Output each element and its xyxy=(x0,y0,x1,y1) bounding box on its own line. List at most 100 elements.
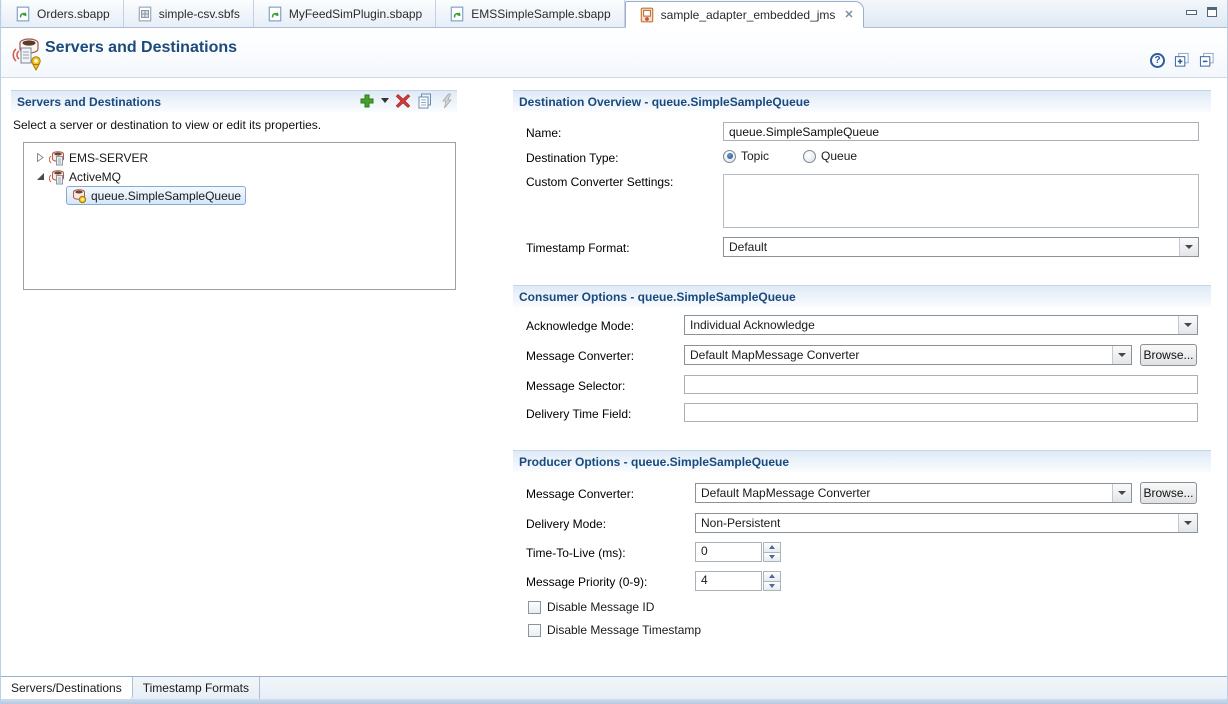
destination-overview-header: Destination Overview - queue.SimpleSampl… xyxy=(513,90,1211,112)
expand-all-icon[interactable] xyxy=(1174,52,1190,68)
minimize-icon[interactable] xyxy=(1186,10,1197,15)
editor-tab-emssimplesample[interactable]: EMSSimpleSample.sbapp xyxy=(436,0,624,27)
delivery-time-field-input[interactable] xyxy=(684,403,1198,422)
acknowledge-mode-label: Acknowledge Mode: xyxy=(526,319,634,333)
queue-radio[interactable] xyxy=(803,150,816,163)
dropdown-arrow-icon[interactable] xyxy=(1112,484,1131,502)
destination-type-radios: Topic Queue xyxy=(723,149,857,163)
consumer-message-converter-label: Message Converter: xyxy=(526,349,634,363)
timestamp-format-label: Timestamp Format: xyxy=(526,241,630,255)
dropdown-arrow-icon[interactable] xyxy=(1179,238,1198,256)
bottom-tab-bar: Servers/Destinations Timestamp Formats xyxy=(1,676,1227,699)
acknowledge-mode-dropdown[interactable]: Individual Acknowledge xyxy=(684,315,1198,335)
editor-tab-orders[interactable]: Orders.sbapp xyxy=(2,0,124,27)
editor-tab-label: EMSSimpleSample.sbapp xyxy=(471,7,610,21)
tab-servers-destinations[interactable]: Servers/Destinations xyxy=(1,677,133,699)
topic-radio-label: Topic xyxy=(741,149,769,163)
queue-radio-label: Queue xyxy=(821,149,857,163)
sbapp-file-icon xyxy=(15,6,31,22)
producer-options-header: Producer Options - queue.SimpleSampleQue… xyxy=(513,450,1211,472)
dropdown-arrow-icon[interactable] xyxy=(1112,346,1131,364)
editor-tab-label: simple-csv.sbfs xyxy=(159,7,240,21)
editor-tab-myfeedsimplugin[interactable]: MyFeedSimPlugin.sbapp xyxy=(254,0,436,27)
page-header: Servers and Destinations ? xyxy=(1,28,1227,78)
topic-radio[interactable] xyxy=(723,150,736,163)
spin-down-icon[interactable] xyxy=(763,552,781,563)
delete-icon[interactable] xyxy=(395,93,411,109)
timestamp-format-dropdown[interactable]: Default xyxy=(723,237,1199,257)
test-connection-lightning-icon[interactable] xyxy=(439,93,455,109)
jms-servers-icon xyxy=(10,35,44,71)
producer-browse-button[interactable]: Browse... xyxy=(1140,482,1197,504)
servers-destinations-panel: Servers and Destinations Select a server… xyxy=(11,90,457,650)
header-actions: ? xyxy=(1150,52,1215,68)
destination-overview-section: Destination Overview - queue.SimpleSampl… xyxy=(513,90,1211,285)
tree-item-queue-simplesamplequeue[interactable]: queue.SimpleSampleQueue xyxy=(24,186,455,205)
time-to-live-label: Time-To-Live (ms): xyxy=(526,546,626,560)
page-title: Servers and Destinations xyxy=(45,39,237,57)
message-selector-input[interactable] xyxy=(684,375,1198,394)
timestamp-format-value: Default xyxy=(724,238,1179,256)
expander-expanded-icon[interactable] xyxy=(36,172,45,181)
close-tab-icon[interactable]: ✕ xyxy=(843,8,854,21)
view-window-buttons xyxy=(1186,7,1227,25)
tree-item-activemq[interactable]: ActiveMQ xyxy=(24,167,455,186)
consumer-options-title: Consumer Options - queue.SimpleSampleQue… xyxy=(519,290,796,304)
disable-message-id-checkbox[interactable] xyxy=(528,601,541,614)
collapse-all-icon[interactable] xyxy=(1199,52,1215,68)
editor-tab-simple-csv[interactable]: simple-csv.sbfs xyxy=(124,0,254,27)
time-to-live-value[interactable]: 0 xyxy=(695,542,762,562)
servers-panel-title: Servers and Destinations xyxy=(17,95,161,109)
maximize-icon[interactable] xyxy=(1207,7,1217,17)
disable-message-id-label: Disable Message ID xyxy=(547,600,654,614)
consumer-options-section: Consumer Options - queue.SimpleSampleQue… xyxy=(513,285,1211,450)
delivery-time-field-label: Delivery Time Field: xyxy=(526,407,631,421)
jms-server-icon xyxy=(49,169,65,185)
copy-icon[interactable] xyxy=(417,93,433,109)
message-priority-value[interactable]: 4 xyxy=(695,571,762,591)
dropdown-arrow-icon[interactable] xyxy=(1178,514,1197,532)
sbfs-file-icon xyxy=(137,6,153,22)
help-icon[interactable]: ? xyxy=(1150,53,1165,68)
jms-server-icon xyxy=(49,150,65,166)
custom-converter-settings-textarea[interactable] xyxy=(723,174,1199,228)
tree-selected-item[interactable]: queue.SimpleSampleQueue xyxy=(66,186,246,205)
add-menu-arrow-icon[interactable] xyxy=(381,98,389,104)
tree-item-label: EMS-SERVER xyxy=(69,151,148,165)
window-bottom-edge xyxy=(1,699,1227,704)
name-input[interactable] xyxy=(723,122,1199,141)
jms-config-file-icon xyxy=(639,7,655,23)
message-priority-label: Message Priority (0-9): xyxy=(526,575,647,589)
time-to-live-stepper[interactable]: 0 xyxy=(695,542,781,562)
producer-options-title: Producer Options - queue.SimpleSampleQue… xyxy=(519,455,789,469)
tree-item-ems-server[interactable]: EMS-SERVER xyxy=(24,148,455,167)
message-priority-stepper[interactable]: 4 xyxy=(695,571,781,591)
jms-adapter-editor-window: { "editor_tabs": { "tabs": [ { "label": … xyxy=(0,0,1228,704)
editor-tab-label: sample_adapter_embedded_jms xyxy=(661,8,836,22)
editor-tab-sample-adapter-embedded-jms[interactable]: sample_adapter_embedded_jms ✕ xyxy=(625,1,864,28)
editor-tab-label: Orders.sbapp xyxy=(37,7,110,21)
disable-message-timestamp-checkbox[interactable] xyxy=(528,624,541,637)
add-icon[interactable] xyxy=(359,93,375,109)
spin-down-icon[interactable] xyxy=(763,581,781,592)
disable-message-timestamp-row: Disable Message Timestamp xyxy=(528,623,701,637)
tree-item-label: ActiveMQ xyxy=(69,170,121,184)
custom-converter-settings-label: Custom Converter Settings: xyxy=(526,175,673,189)
producer-message-converter-label: Message Converter: xyxy=(526,487,634,501)
consumer-browse-button[interactable]: Browse... xyxy=(1140,344,1197,366)
dropdown-arrow-icon[interactable] xyxy=(1178,316,1197,334)
expander-collapsed-icon[interactable] xyxy=(36,153,45,162)
delivery-mode-dropdown[interactable]: Non-Persistent xyxy=(695,513,1198,533)
producer-message-converter-value: Default MapMessage Converter xyxy=(696,484,1112,502)
servers-panel-hint: Select a server or destination to view o… xyxy=(13,118,321,132)
consumer-message-converter-dropdown[interactable]: Default MapMessage Converter xyxy=(684,345,1132,365)
tab-timestamp-formats[interactable]: Timestamp Formats xyxy=(133,677,260,699)
disable-message-timestamp-label: Disable Message Timestamp xyxy=(547,623,701,637)
delivery-mode-label: Delivery Mode: xyxy=(526,517,606,531)
delivery-mode-value: Non-Persistent xyxy=(696,514,1178,532)
disable-message-id-row: Disable Message ID xyxy=(528,600,654,614)
destination-type-label: Destination Type: xyxy=(526,151,619,165)
name-label: Name: xyxy=(526,126,561,140)
producer-message-converter-dropdown[interactable]: Default MapMessage Converter xyxy=(695,483,1132,503)
acknowledge-mode-value: Individual Acknowledge xyxy=(685,316,1178,334)
